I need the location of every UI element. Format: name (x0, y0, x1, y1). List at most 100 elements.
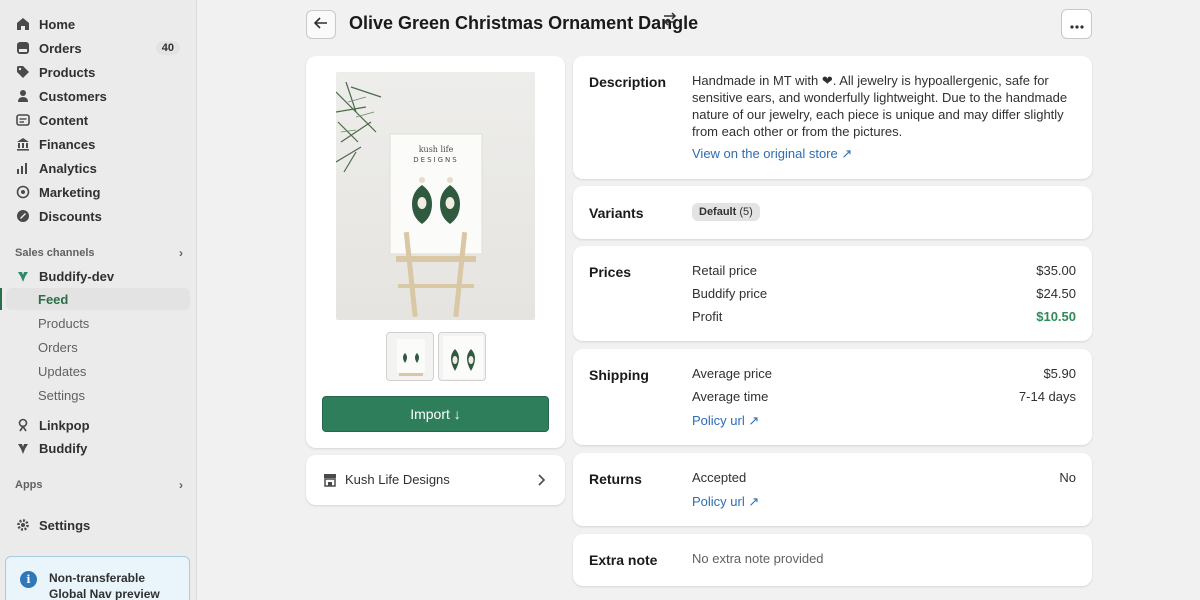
more-horizontal-icon (1069, 16, 1084, 32)
sidebar-item-label: Updates (38, 363, 87, 379)
sidebar-item-channel-settings[interactable]: Settings (6, 384, 190, 406)
sidebar-item-channel-orders[interactable]: Orders (6, 336, 190, 358)
sidebar-item-channel-products[interactable]: Products (6, 312, 190, 334)
gear-icon (16, 518, 30, 532)
sidebar-item-content[interactable]: Content (6, 109, 190, 131)
shipping-policy-link[interactable]: Policy url ↗ (692, 413, 759, 429)
bank-icon (16, 137, 30, 151)
apps-header[interactable]: Apps › (15, 478, 183, 492)
returns-title: Returns (589, 471, 642, 487)
sales-channels-label: Sales channels (15, 247, 95, 259)
retail-price-label: Retail price (692, 263, 758, 278)
buddify-icon (16, 269, 30, 283)
sidebar-item-linkpop[interactable]: Linkpop (6, 414, 190, 436)
accepted-label: Accepted (692, 470, 747, 485)
active-indicator (0, 288, 2, 310)
buddify-price-value: $24.50 (1036, 286, 1076, 301)
store-link[interactable]: Kush Life Designs (323, 472, 548, 487)
sidebar: Home Orders 40 Products Customers Conten… (0, 0, 197, 600)
shipping-title: Shipping (589, 367, 649, 383)
average-price-label: Average price (692, 366, 772, 381)
sidebar-item-label: Products (38, 315, 90, 331)
product-thumbnail[interactable] (438, 332, 486, 381)
prices-title: Prices (589, 264, 632, 280)
product-image[interactable]: kush life DESIGNS (336, 72, 535, 320)
sidebar-item-buddify[interactable]: Buddify (6, 437, 190, 459)
sidebar-item-customers[interactable]: Customers (6, 85, 190, 107)
sidebar-item-products[interactable]: Products (6, 61, 190, 83)
retail-price-value: $35.00 (1036, 263, 1076, 278)
profit-label: Profit (692, 309, 723, 324)
orders-count-badge: 40 (155, 41, 180, 55)
variant-tag-name: Default (699, 206, 737, 218)
brand-caps-text: DESIGNS (413, 156, 458, 164)
description-text: Handmade in MT with ❤. All jewelry is hy… (692, 73, 1068, 139)
prices-card (573, 246, 1092, 341)
extra-note-title: Extra note (589, 552, 658, 568)
sidebar-item-label: Orders (38, 339, 78, 355)
chevron-right-icon (538, 473, 546, 486)
home-icon (16, 17, 30, 31)
sidebar-item-label: Discounts (39, 208, 102, 224)
sidebar-item-label: Analytics (39, 160, 97, 176)
sidebar-item-finances[interactable]: Finances (6, 133, 190, 155)
variants-title: Variants (589, 205, 644, 221)
sidebar-item-analytics[interactable]: Analytics (6, 157, 190, 179)
sidebar-item-label: Buddify (39, 440, 88, 456)
person-icon (16, 89, 30, 103)
profit-value: $10.50 (1036, 309, 1076, 324)
sidebar-item-marketing[interactable]: Marketing (6, 181, 190, 203)
sidebar-item-home[interactable]: Home (6, 13, 190, 35)
variant-tag-count: (5) (739, 206, 753, 218)
tag-icon (16, 65, 30, 79)
buddify-price-label: Buddify price (692, 286, 768, 301)
sidebar-item-feed[interactable]: Feed (6, 288, 190, 310)
sidebar-item-buddify-dev[interactable]: Buddify-dev (6, 265, 190, 287)
notice-text: Non-transferable Global Nav preview (49, 571, 160, 600)
bar-chart-icon (16, 161, 30, 175)
orders-icon (16, 41, 30, 55)
content-icon (16, 113, 30, 127)
shipping-card (573, 349, 1092, 445)
apps-label: Apps (15, 479, 43, 491)
store-icon (323, 473, 337, 487)
original-store-link[interactable]: View on the original store ↗ (692, 146, 852, 162)
extra-note-text: No extra note provided (692, 551, 824, 566)
returns-policy-link[interactable]: Policy url ↗ (692, 494, 759, 510)
sidebar-item-updates[interactable]: Updates (6, 360, 190, 382)
brand-script-text: kush life (419, 145, 454, 154)
product-thumbnail[interactable] (386, 332, 434, 381)
sidebar-item-orders[interactable]: Orders 40 (6, 37, 190, 59)
sidebar-item-label: Finances (39, 136, 96, 152)
average-price-value: $5.90 (1043, 366, 1076, 381)
average-time-value: 7-14 days (1018, 389, 1076, 404)
linkpop-icon (16, 418, 30, 432)
store-name: Kush Life Designs (345, 472, 450, 487)
sales-channels-header[interactable]: Sales channels › (15, 246, 183, 260)
sidebar-item-label: Orders (39, 40, 82, 56)
sidebar-item-settings[interactable]: Settings (6, 514, 190, 536)
chevron-right-icon: › (179, 478, 183, 492)
sidebar-item-label: Marketing (39, 184, 101, 200)
sidebar-item-label: Feed (38, 291, 69, 307)
arrow-left-icon (313, 17, 328, 32)
buddify-icon (16, 441, 30, 455)
target-icon (16, 185, 30, 199)
sidebar-item-label: Home (39, 16, 76, 32)
sidebar-item-label: Settings (38, 387, 85, 403)
returns-card (573, 453, 1092, 526)
import-button[interactable]: Import ↓ (322, 396, 549, 432)
swap-icon[interactable] (662, 12, 678, 31)
sidebar-item-label: Settings (39, 517, 91, 533)
average-time-label: Average time (692, 389, 769, 404)
import-label: Import ↓ (410, 406, 461, 422)
back-button[interactable] (306, 10, 336, 39)
page-title: Olive Green Christmas Ornament Dangle (349, 13, 699, 33)
accepted-value: No (1059, 470, 1076, 485)
more-actions-button[interactable] (1061, 9, 1092, 39)
sidebar-item-label: Products (39, 64, 96, 80)
sidebar-item-discounts[interactable]: Discounts (6, 205, 190, 227)
variant-tag[interactable]: Default (5) (692, 203, 760, 221)
chevron-right-icon: › (179, 246, 183, 260)
discount-icon (16, 209, 30, 223)
